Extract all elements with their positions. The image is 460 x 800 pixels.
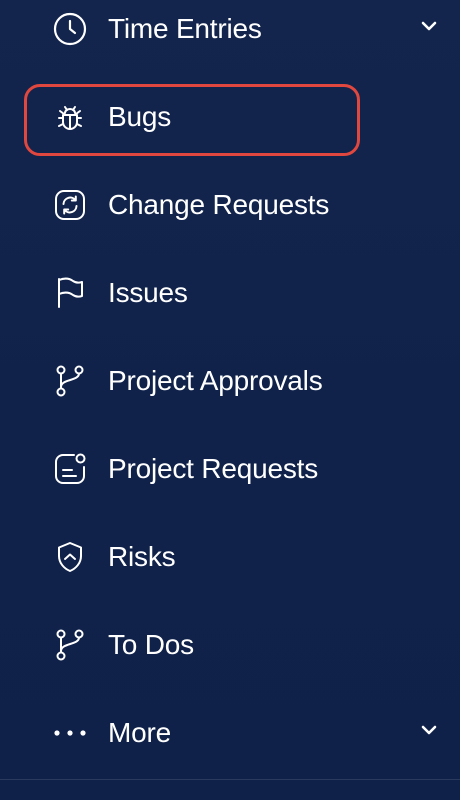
message-notification-icon	[52, 451, 88, 487]
sidebar-item-label: Risks	[108, 541, 176, 572]
flag-icon	[52, 275, 88, 311]
sidebar-item-issues[interactable]: Issues	[0, 249, 460, 337]
sidebar-item-label: Bugs	[108, 101, 172, 132]
bug-icon	[52, 99, 88, 135]
chevron-down-icon[interactable]	[418, 719, 440, 741]
sidebar-item-project-requests[interactable]: Project Requests	[0, 425, 460, 513]
shield-chevron-icon	[52, 539, 88, 575]
sidebar-item-project-approvals[interactable]: Project Approvals	[0, 337, 460, 425]
sidebar-item-label: Issues	[108, 277, 188, 308]
sidebar-item-label: Project Requests	[108, 453, 319, 484]
sidebar-item-label: Project Approvals	[108, 365, 323, 396]
sidebar-item-label: Time Entries	[108, 13, 262, 44]
clock-icon	[52, 11, 88, 47]
sidebar-nav: Time Entries Bugs Change Requests Issues…	[0, 0, 460, 800]
sidebar-item-to-dos[interactable]: To Dos	[0, 601, 460, 689]
sidebar-item-label: Change Requests	[108, 189, 330, 220]
sidebar-item-change-requests[interactable]: Change Requests	[0, 161, 460, 249]
refresh-square-icon	[52, 187, 88, 223]
divider	[0, 779, 460, 780]
git-branch-icon	[52, 363, 88, 399]
chevron-down-icon[interactable]	[418, 15, 440, 37]
sidebar-item-risks[interactable]: Risks	[0, 513, 460, 601]
git-branch-icon	[52, 627, 88, 663]
more-dots-icon	[52, 715, 88, 751]
sidebar-item-label: To Dos	[108, 629, 194, 660]
sidebar-item-more[interactable]: More	[0, 689, 460, 777]
sidebar-item-time-entries[interactable]: Time Entries	[0, 0, 460, 73]
sidebar-item-label: More	[108, 717, 171, 748]
sidebar-item-bugs[interactable]: Bugs	[0, 73, 460, 161]
